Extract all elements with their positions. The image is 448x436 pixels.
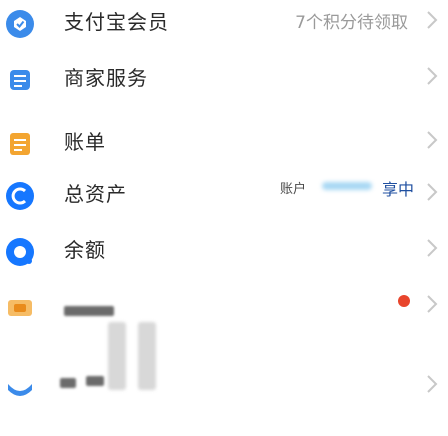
chevron-right-icon bbox=[427, 239, 438, 257]
row-label: 余额 bbox=[64, 238, 106, 262]
blurred-label bbox=[86, 376, 104, 386]
chevron-right-icon bbox=[427, 67, 438, 85]
menu-row-yuebao[interactable] bbox=[0, 284, 448, 340]
chevron-right-icon bbox=[427, 131, 438, 149]
shield-check-icon bbox=[6, 10, 34, 38]
bill-icon bbox=[10, 133, 30, 155]
asset-icon bbox=[6, 182, 34, 210]
chevron-right-icon bbox=[427, 183, 438, 201]
menu-row-yue[interactable] bbox=[0, 364, 448, 420]
blurred-label bbox=[60, 378, 76, 388]
yue-icon bbox=[8, 384, 32, 396]
row-value: 7个积分待领取 bbox=[295, 13, 408, 33]
chevron-right-icon bbox=[427, 11, 438, 29]
notification-dot bbox=[398, 295, 410, 307]
balance-icon bbox=[6, 238, 34, 266]
account-badge: 账户 bbox=[280, 182, 307, 197]
row-label: 支付宝会员 bbox=[64, 10, 169, 34]
menu-row-merchant[interactable]: 商家服务 bbox=[0, 56, 448, 112]
menu-row-member[interactable]: 支付宝会员 7个积分待领取 bbox=[0, 0, 448, 56]
status-badge: 享中 bbox=[382, 180, 415, 199]
menu-row-bill[interactable]: 账单 bbox=[0, 120, 448, 176]
row-label: 总资产 bbox=[64, 182, 127, 206]
yuebao-icon bbox=[8, 300, 32, 316]
chevron-right-icon bbox=[427, 375, 438, 393]
chevron-right-icon bbox=[427, 295, 438, 313]
menu-row-balance[interactable]: 余额 bbox=[0, 228, 448, 284]
blurred-label bbox=[64, 306, 114, 316]
service-icon bbox=[10, 70, 30, 90]
row-label: 商家服务 bbox=[64, 66, 148, 90]
menu-row-assets[interactable]: 总资产 账户 享中 bbox=[0, 172, 448, 228]
row-label: 账单 bbox=[64, 130, 106, 154]
blurred-badge bbox=[322, 182, 372, 190]
